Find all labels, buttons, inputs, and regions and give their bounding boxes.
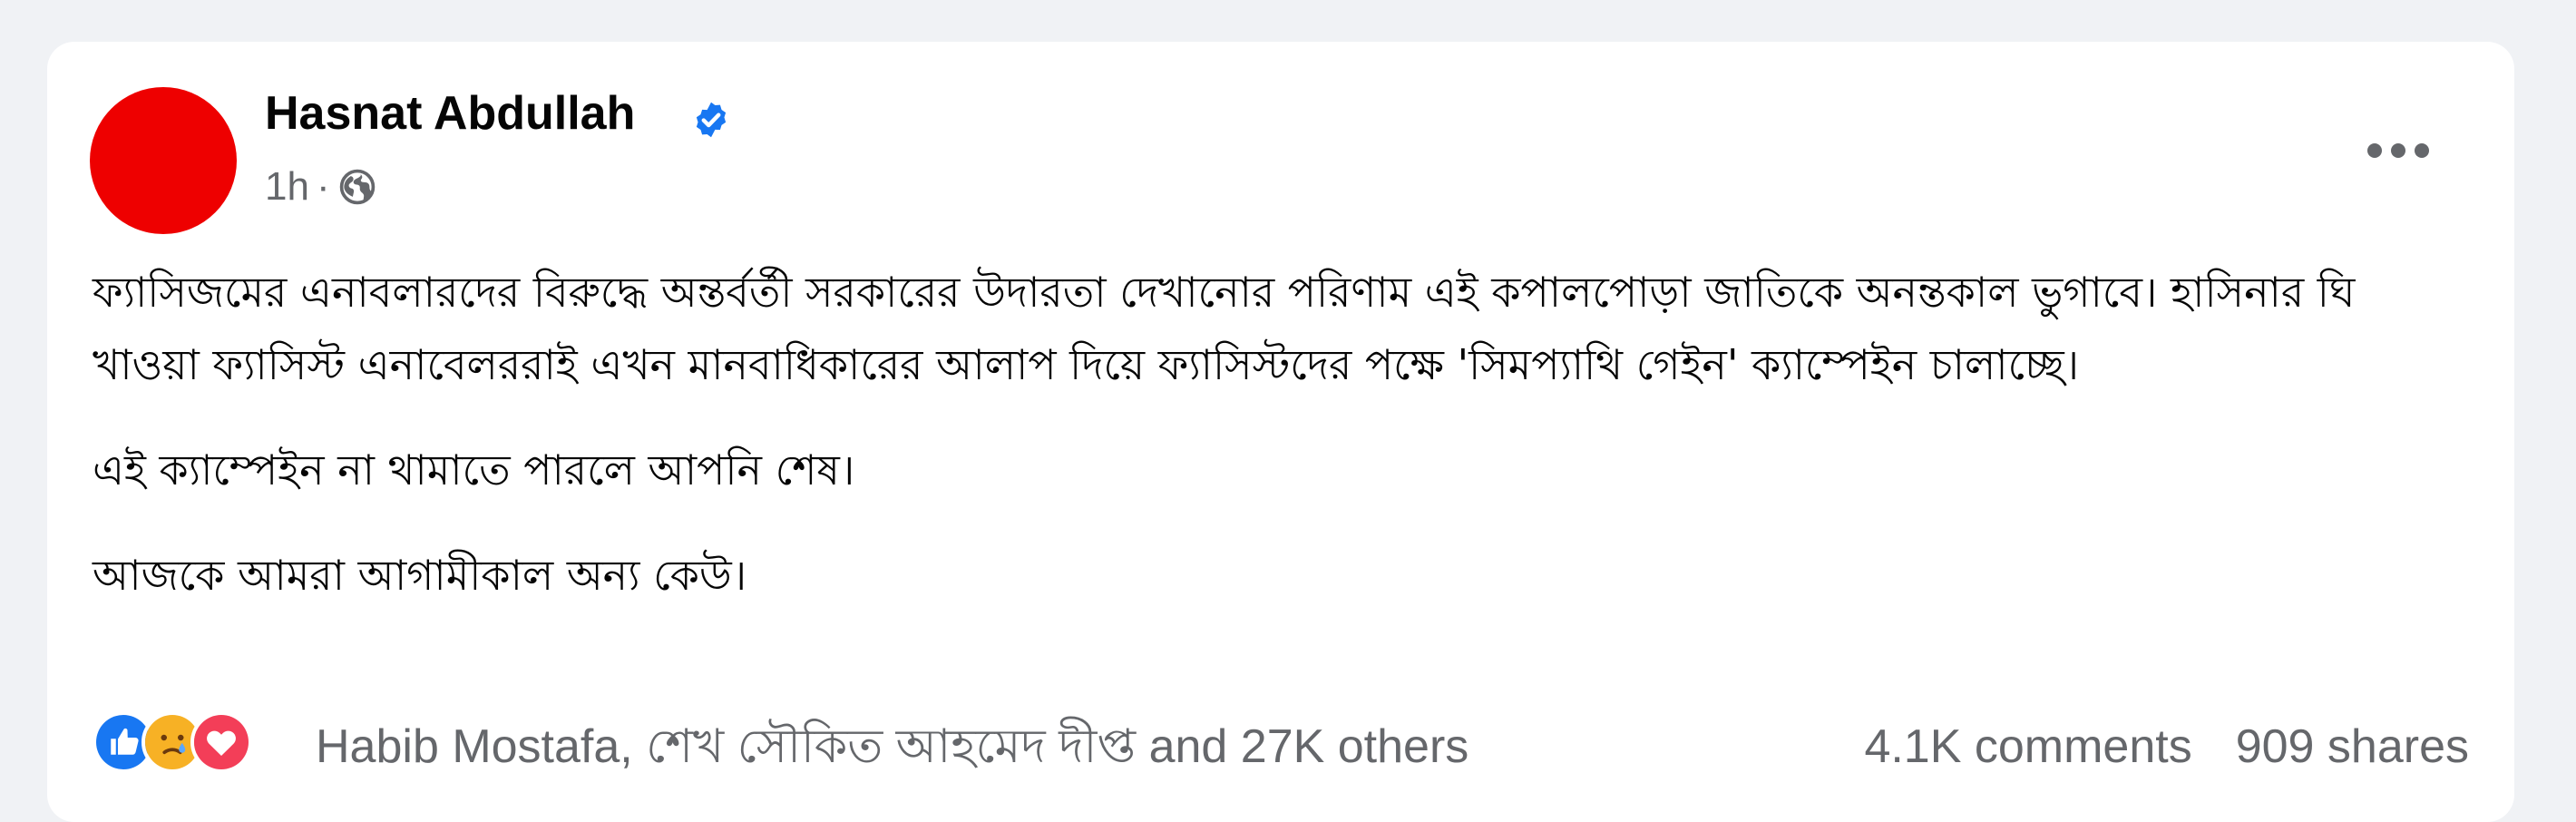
post-paragraph: এই ক্যাম্পেইন না থামাতে পারলে আপনি শেষ। [93,445,855,494]
post-text: ফ্যাসিজমের এনাবলারদের বিরুদ্ধে অন্তর্বর্… [93,256,2415,644]
post-paragraph: আজকে আমরা আগামীকাল অন্য কেউ। [93,551,747,600]
post-card: Hasnat Abdullah 1h · ফ্যাসিজমের এনাবলারদ… [47,42,2514,822]
verified-badge-icon [696,102,727,138]
post-meta: 1h · [265,167,377,207]
engagement-counts: 4.1K comments 909 shares [1864,719,2469,775]
more-options-icon[interactable] [2362,132,2435,169]
shares-count[interactable]: 909 shares [2236,719,2469,775]
post-time[interactable]: 1h [265,167,309,207]
author-name[interactable]: Hasnat Abdullah [265,85,635,142]
reaction-icons[interactable] [93,711,252,773]
love-icon [190,711,252,773]
globe-icon[interactable] [337,167,377,207]
comments-count[interactable]: 4.1K comments [1864,719,2191,775]
meta-separator: · [316,164,330,209]
post-paragraph: ফ্যাসিজমের এনাবলারদের বিরুদ্ধে অন্তর্বর্… [93,268,2356,389]
reaction-summary[interactable]: Habib Mostafa, শেখ সৌকিত আহমেদ দীপ্ত and… [316,719,1469,775]
avatar[interactable] [90,87,237,234]
